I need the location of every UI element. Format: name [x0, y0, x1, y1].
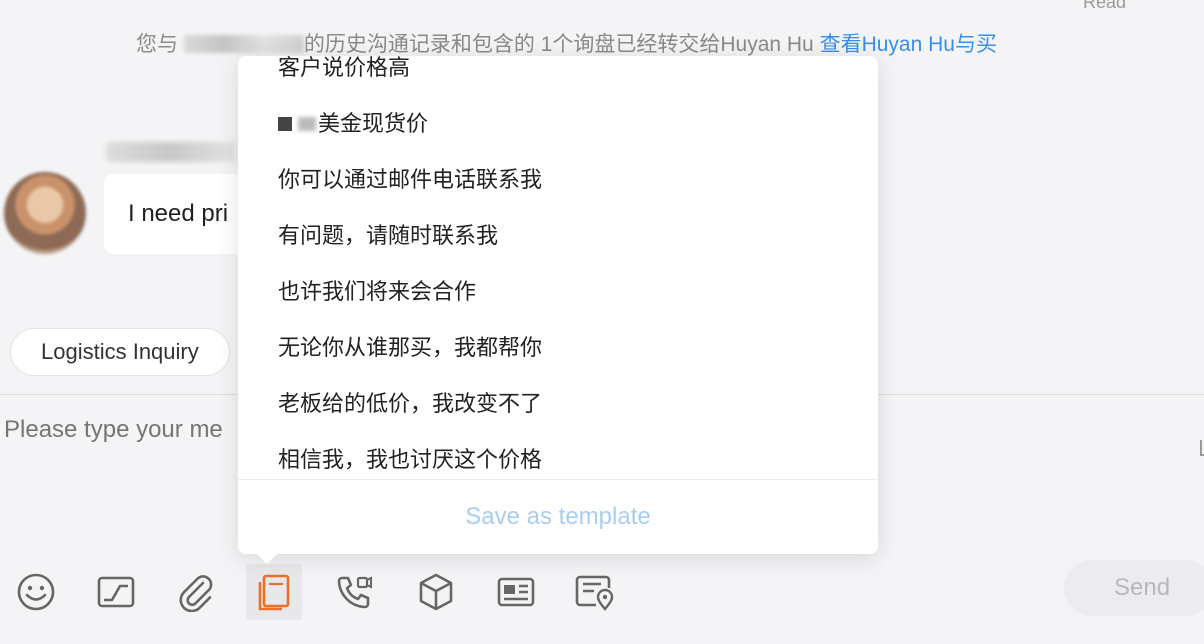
resize-handle[interactable] — [1200, 440, 1204, 456]
view-history-link[interactable]: 查看Huyan Hu与买 — [820, 33, 997, 56]
notice-text: 的历史沟通记录和包含的 1个询盘已经转交给Huyan Hu — [303, 33, 820, 56]
address-button[interactable] — [566, 564, 622, 620]
message-text: I need pri — [128, 200, 229, 227]
redacted-mark — [278, 117, 292, 131]
avatar[interactable] — [4, 172, 86, 254]
address-icon — [575, 575, 614, 611]
redacted-mark — [298, 117, 316, 131]
redacted-name — [183, 35, 304, 53]
video-call-icon — [337, 576, 372, 609]
notice-prefix: 您与 — [136, 33, 184, 56]
video-call-button[interactable] — [326, 564, 382, 620]
business-card-icon — [497, 577, 535, 607]
template-item[interactable]: 无论你从谁那买，我都帮你 — [278, 333, 542, 363]
template-button[interactable] — [246, 564, 302, 620]
logistics-inquiry-chip[interactable]: Logistics Inquiry — [10, 328, 230, 376]
attachment-icon — [179, 575, 213, 612]
attachment-button[interactable] — [168, 564, 224, 620]
sender-name-redacted — [106, 142, 236, 162]
template-icon — [258, 574, 290, 611]
template-item[interactable]: 也许我们将来会合作 — [278, 277, 476, 307]
template-item-text: 美金现货价 — [318, 111, 429, 136]
template-item[interactable]: 老板给的低价，我改变不了 — [278, 389, 542, 419]
template-list[interactable]: 客户说价格高 美金现货价 你可以通过邮件电话联系我 有问题，请随时联系我 也许我… — [238, 56, 878, 479]
emoji-button[interactable] — [8, 564, 64, 620]
template-item[interactable]: 美金现货价 — [278, 109, 428, 139]
business-card-button[interactable] — [488, 564, 544, 620]
emoji-icon — [17, 573, 55, 611]
composer-toolbar — [0, 560, 660, 624]
template-item[interactable]: 你可以通过邮件电话联系我 — [278, 165, 542, 195]
screenshot-button[interactable] — [88, 564, 144, 620]
send-button[interactable]: Send — [1064, 560, 1204, 616]
screenshot-icon — [97, 576, 135, 608]
quick-reply-template-popup: 客户说价格高 美金现货价 你可以通过邮件电话联系我 有问题，请随时联系我 也许我… — [238, 56, 878, 554]
template-item[interactable]: 有问题，请随时联系我 — [278, 221, 498, 251]
transfer-notice: 您与 的历史沟通记录和包含的 1个询盘已经转交给Huyan Hu 查看Huyan… — [136, 28, 997, 58]
template-item[interactable]: 相信我，我也讨厌这个价格 — [278, 445, 542, 475]
read-status: Read — [1082, 0, 1126, 12]
product-button[interactable] — [408, 564, 464, 620]
save-as-template-button[interactable]: Save as template — [238, 480, 878, 554]
product-icon — [419, 573, 453, 611]
template-item[interactable]: 客户说价格高 — [278, 56, 410, 83]
popup-arrow — [255, 552, 279, 564]
